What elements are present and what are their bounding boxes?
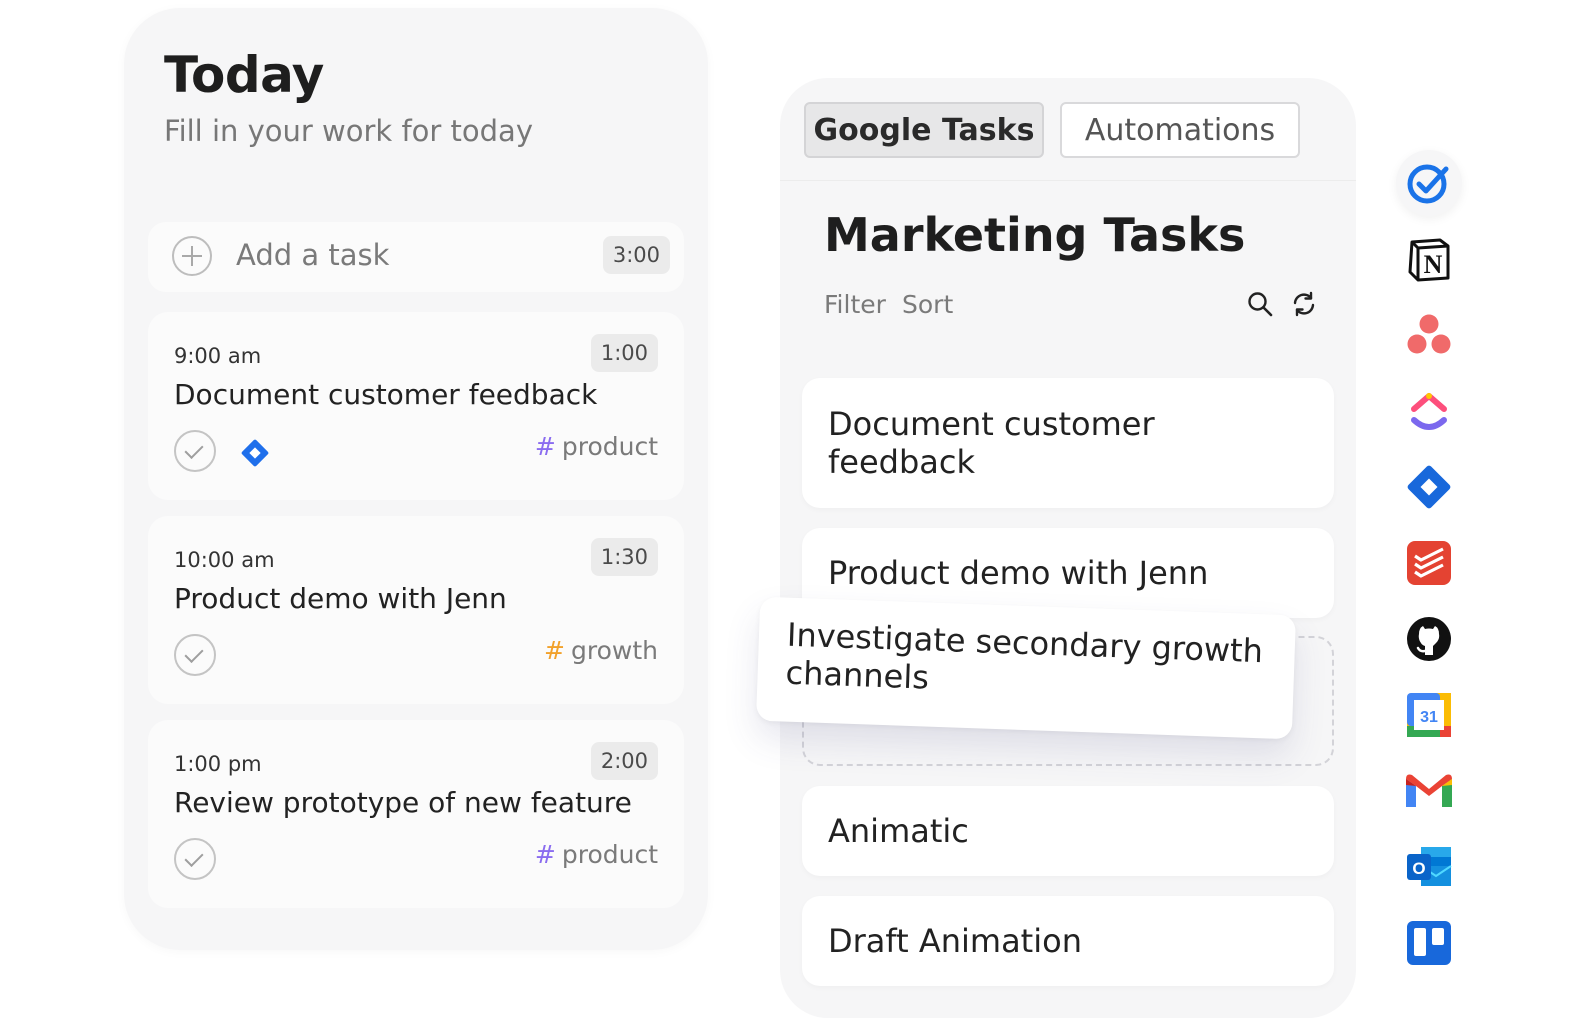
hash-icon: # (534, 432, 556, 461)
dragged-list-item[interactable]: Investigate secondary growth channels (755, 596, 1297, 740)
asana-icon[interactable] (1396, 302, 1462, 368)
todoist-icon[interactable] (1396, 530, 1462, 596)
task-title[interactable]: Review prototype of new feature (174, 786, 632, 819)
app-canvas: Today Fill in your work for today Add a … (0, 0, 1594, 1036)
svg-text:O: O (1412, 859, 1425, 878)
list-item[interactable]: Animatic (802, 786, 1334, 876)
hash-icon: # (534, 840, 556, 869)
sort-button[interactable]: Sort (902, 290, 953, 319)
add-icon[interactable] (172, 236, 212, 276)
duration-badge[interactable]: 3:00 (602, 236, 670, 274)
jira-icon[interactable] (1396, 454, 1462, 520)
hash-icon: # (544, 636, 565, 665)
page-title: Today (164, 46, 324, 104)
filter-button[interactable]: Filter (824, 290, 886, 319)
tab-automations[interactable]: Automations (1060, 102, 1300, 158)
add-task-row[interactable]: Add a task 3:00 (148, 222, 684, 292)
task-title[interactable]: Product demo with Jenn (174, 582, 507, 615)
tag-label[interactable]: # product (535, 432, 658, 461)
today-panel: Today Fill in your work for today Add a … (124, 8, 708, 950)
list-title: Marketing Tasks (824, 208, 1246, 262)
task-time: 9:00 am (174, 344, 262, 368)
svg-text:N: N (1424, 250, 1443, 279)
duration-badge[interactable]: 1:30 (590, 538, 658, 576)
complete-checkbox[interactable] (174, 634, 216, 676)
complete-checkbox[interactable] (174, 430, 216, 472)
tag-label[interactable]: # growth (544, 636, 658, 665)
page-subtitle: Fill in your work for today (164, 114, 533, 148)
tab-google-tasks[interactable]: Google Tasks (804, 102, 1044, 158)
add-task-input[interactable]: Add a task (236, 238, 389, 272)
task-time: 10:00 am (174, 548, 275, 572)
duration-badge[interactable]: 2:00 (590, 742, 658, 780)
complete-checkbox[interactable] (174, 838, 216, 880)
task-title[interactable]: Document customer feedback (174, 378, 597, 411)
list-item[interactable]: Document customer feedback (802, 378, 1334, 508)
search-icon[interactable] (1246, 290, 1274, 318)
clickup-icon[interactable] (1396, 378, 1462, 444)
tasks-panel: Google Tasks Automations Marketing Tasks… (780, 78, 1356, 1018)
task-card[interactable]: 10:00 am 1:30 Product demo with Jenn # gr… (148, 516, 684, 704)
duration-badge[interactable]: 1:00 (590, 334, 658, 372)
refresh-icon[interactable] (1290, 290, 1318, 318)
trello-icon[interactable] (1396, 910, 1462, 976)
integrations-sidebar: N 31 O (1396, 150, 1462, 980)
task-card[interactable]: 9:00 am 1:00 Document customer feedback … (148, 312, 684, 500)
task-time: 1:00 pm (174, 752, 262, 776)
notion-icon[interactable]: N (1396, 226, 1462, 292)
gmail-icon[interactable] (1396, 758, 1462, 824)
tag-label[interactable]: # product (535, 840, 658, 869)
task-card[interactable]: 1:00 pm 2:00 Review prototype of new fea… (148, 720, 684, 908)
list-item[interactable]: Draft Animation (802, 896, 1334, 986)
google-calendar-icon[interactable]: 31 (1396, 682, 1462, 748)
jira-icon (241, 439, 269, 467)
github-icon[interactable] (1396, 606, 1462, 672)
outlook-icon[interactable]: O (1396, 834, 1462, 900)
svg-text:31: 31 (1420, 709, 1438, 726)
google-tasks-icon[interactable] (1396, 150, 1462, 216)
divider (780, 180, 1356, 181)
